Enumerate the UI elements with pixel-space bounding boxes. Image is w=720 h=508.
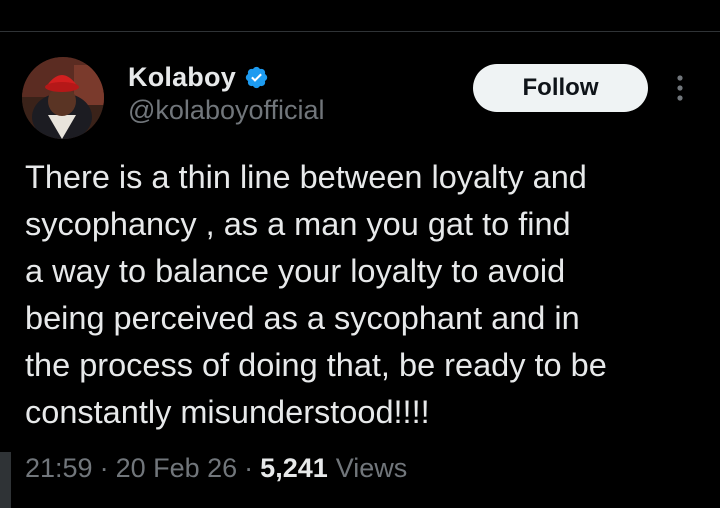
tweet-date[interactable]: 20 Feb 26 [116,453,238,484]
tweet-text: There is a thin line between loyalty and… [25,154,705,436]
author-name-row: Kolaboy [128,60,269,94]
display-name[interactable]: Kolaboy [128,62,236,93]
views-label: Views [335,452,408,483]
thread-line [0,452,11,508]
profile-photo-icon [22,57,104,139]
avatar[interactable] [22,57,104,139]
tweet-time[interactable]: 21:59 [25,453,93,484]
top-divider [0,31,720,32]
meta-separator: · [244,452,254,483]
views-count[interactable]: 5,241 [260,453,328,484]
follow-button[interactable]: Follow [473,64,648,112]
meta-separator: · [99,452,109,483]
verified-badge-icon [244,65,269,90]
tweet-text-line: constantly misunderstood!!!! [25,394,430,430]
author-handle[interactable]: @kolaboyofficial [128,95,325,126]
tweet-meta: 21:59 · 20 Feb 26 · 5,241 Views [25,448,407,488]
tweet-text-line: a way to balance your loyalty to avoid [25,253,566,289]
tweet-text-line: being perceived as a sycophant and in [25,300,580,336]
tweet-text-line: sycophancy , as a man you gat to find [25,206,571,242]
tweet-text-line: There is a thin line between loyalty and [25,159,587,195]
tweet-text-line: the process of doing that, be ready to b… [25,347,607,383]
more-vertical-icon[interactable] [668,72,692,104]
